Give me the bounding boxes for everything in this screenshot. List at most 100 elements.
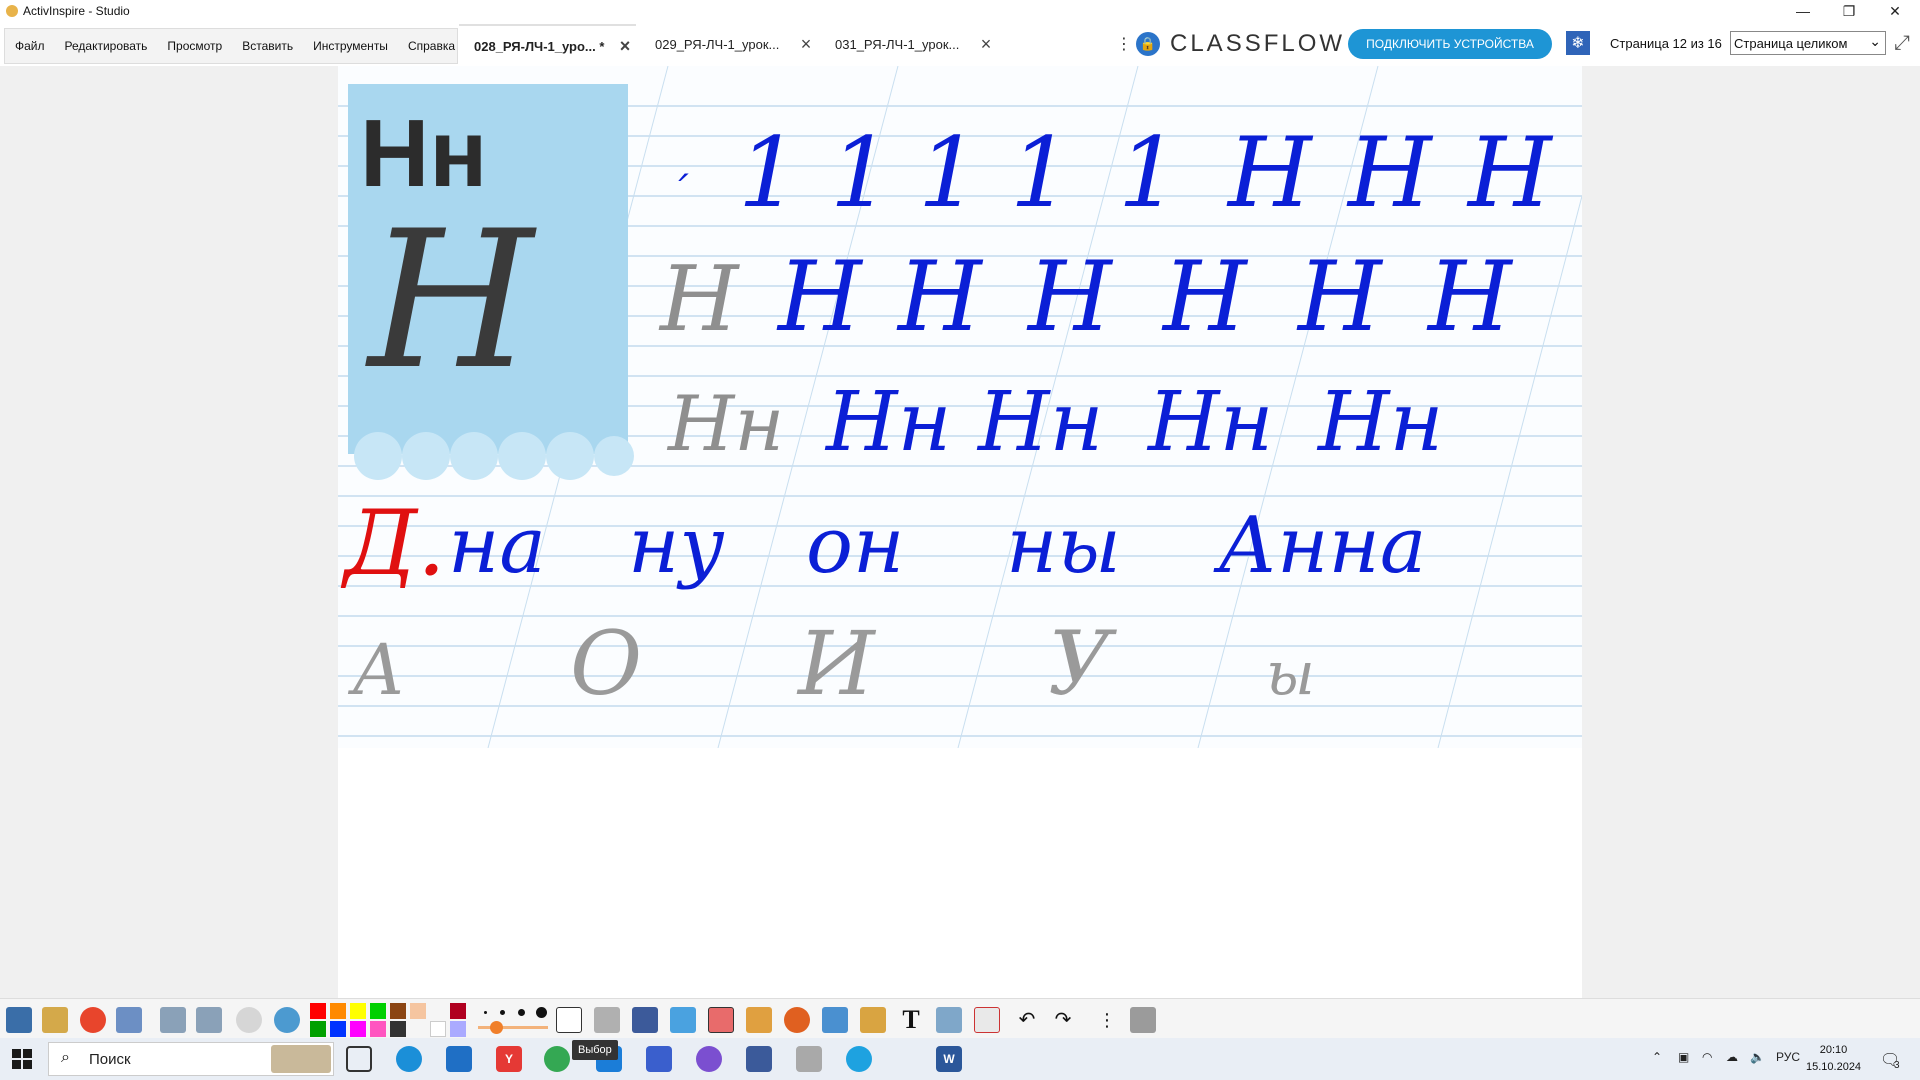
- row2-item: Н: [776, 241, 864, 353]
- color-swatch[interactable]: [450, 1021, 466, 1037]
- row2-item: Н: [1426, 241, 1514, 353]
- menu-view[interactable]: Просмотр: [157, 39, 232, 53]
- globe-icon[interactable]: [274, 1007, 300, 1033]
- color-swatch[interactable]: [370, 1003, 386, 1019]
- zoom-select[interactable]: Страница целиком ⌄: [1730, 31, 1886, 55]
- app-icon: [6, 5, 18, 17]
- language-indicator[interactable]: РУС: [1776, 1050, 1800, 1064]
- color-swatch[interactable]: [310, 1021, 326, 1037]
- main-menu-icon[interactable]: [6, 1007, 32, 1033]
- tray-chevron-icon[interactable]: ⌃: [1652, 1050, 1662, 1064]
- menu-edit[interactable]: Редактировать: [55, 39, 158, 53]
- menu-help[interactable]: Справка: [398, 39, 465, 53]
- lesson-image[interactable]: Нн Н ´ 1 1 1 1 1 Н Н Н Н Н Н Н Н Н Н Нн …: [338, 66, 1582, 748]
- pen-width-dot[interactable]: [536, 1007, 547, 1018]
- next-page-icon[interactable]: [196, 1007, 222, 1033]
- snowflake-icon[interactable]: ❄: [1566, 31, 1590, 55]
- menu-file[interactable]: Файл: [5, 39, 55, 53]
- pen-icon[interactable]: [632, 1007, 658, 1033]
- menu-insert[interactable]: Вставить: [232, 39, 303, 53]
- browsers-icon[interactable]: [42, 1007, 68, 1033]
- row3-item: Нн: [1316, 375, 1444, 470]
- color-swatch[interactable]: [330, 1003, 346, 1019]
- desktop-annotate-icon[interactable]: [116, 1007, 142, 1033]
- color-swatch[interactable]: [410, 1003, 426, 1019]
- row3-trace: Нн: [666, 379, 784, 468]
- row1-item: 1: [918, 117, 979, 229]
- close-icon[interactable]: ×: [975, 34, 997, 55]
- classflow-lock-icon[interactable]: 🔒: [1136, 32, 1160, 56]
- color-swatch[interactable]: [350, 1003, 366, 1019]
- yandex-browser-icon[interactable]: Y: [496, 1046, 522, 1072]
- shape-icon[interactable]: [784, 1007, 810, 1033]
- select-pointer-icon[interactable]: [556, 1007, 582, 1033]
- tools-icon[interactable]: [594, 1007, 620, 1033]
- undo-icon[interactable]: ↶: [1014, 1007, 1040, 1033]
- tool-icon[interactable]: [80, 1007, 106, 1033]
- edge-icon[interactable]: [396, 1046, 422, 1072]
- fill-icon[interactable]: [746, 1007, 772, 1033]
- menu-tools[interactable]: Инструменты: [303, 39, 398, 53]
- activinspire-icon[interactable]: [796, 1046, 822, 1072]
- customize-toolbar-icon[interactable]: [1130, 1007, 1156, 1033]
- tab-document-029[interactable]: 029_РЯ-ЛЧ-1_урок... ×: [640, 24, 817, 64]
- more-icon[interactable]: ⋮: [1116, 34, 1132, 54]
- text-icon[interactable]: T: [898, 1007, 924, 1033]
- wifi-icon[interactable]: ◠: [1702, 1050, 1712, 1064]
- play-icon[interactable]: [236, 1007, 262, 1033]
- volume-icon[interactable]: 🔈: [1750, 1050, 1765, 1064]
- taskbar-search[interactable]: ⌕ Поиск: [48, 1042, 334, 1076]
- word-icon[interactable]: W: [936, 1046, 962, 1072]
- close-icon[interactable]: ×: [614, 36, 636, 57]
- clock[interactable]: 20:10 15.10.2024: [1806, 1042, 1861, 1076]
- color-swatch[interactable]: [370, 1021, 386, 1037]
- windows-start-icon[interactable]: [12, 1049, 32, 1069]
- pen-width-dot[interactable]: [518, 1009, 525, 1016]
- connect-devices-button[interactable]: ПОДКЛЮЧИТЬ УСТРОЙСТВА: [1348, 29, 1552, 59]
- color-swatch[interactable]: [350, 1021, 366, 1037]
- app-icon[interactable]: [746, 1046, 772, 1072]
- minimize-icon[interactable]: —: [1780, 0, 1826, 22]
- pen-width-slider[interactable]: [478, 1026, 548, 1029]
- tab-document-031[interactable]: 031_РЯ-ЛЧ-1_урок... ×: [820, 24, 997, 64]
- store-icon[interactable]: [446, 1046, 472, 1072]
- previous-page-icon[interactable]: [160, 1007, 186, 1033]
- app-icon[interactable]: [646, 1046, 672, 1072]
- restore-icon[interactable]: ❐: [1826, 0, 1872, 22]
- connector-icon[interactable]: [822, 1007, 848, 1033]
- fullscreen-icon[interactable]: ⤢: [1894, 32, 1910, 55]
- color-swatch[interactable]: [450, 1003, 466, 1019]
- tab-label: 028_РЯ-ЛЧ-1_уро... *: [474, 38, 605, 54]
- bottom-letter: О: [570, 612, 642, 715]
- row1-item: 1: [1118, 117, 1179, 229]
- more-tools-icon[interactable]: ⋮: [1094, 1007, 1120, 1033]
- eraser-icon[interactable]: [708, 1007, 734, 1033]
- flipchart-page[interactable]: Нн Н ´ 1 1 1 1 1 Н Н Н Н Н Н Н Н Н Н Нн …: [338, 66, 1582, 998]
- close-icon[interactable]: ×: [795, 34, 817, 55]
- slider-handle[interactable]: [490, 1021, 503, 1034]
- tray-app-icon[interactable]: ▣: [1678, 1050, 1689, 1064]
- color-swatch[interactable]: [310, 1003, 326, 1019]
- task-view-icon[interactable]: [346, 1046, 372, 1072]
- chrome-icon[interactable]: [544, 1046, 570, 1072]
- pen-width-dot[interactable]: [500, 1010, 505, 1015]
- close-icon[interactable]: ✕: [1872, 0, 1918, 22]
- magic-ink-icon[interactable]: [936, 1007, 962, 1033]
- viber-icon[interactable]: [696, 1046, 722, 1072]
- app-icon[interactable]: [846, 1046, 872, 1072]
- color-swatch[interactable]: [330, 1021, 346, 1037]
- pen-width-dot[interactable]: [484, 1011, 487, 1014]
- color-swatch[interactable]: [430, 1021, 446, 1037]
- clip-icon[interactable]: [860, 1007, 886, 1033]
- color-swatch[interactable]: [390, 1003, 406, 1019]
- clock-time: 20:10: [1819, 1044, 1848, 1056]
- canvas-area: Нн Н ´ 1 1 1 1 1 Н Н Н Н Н Н Н Н Н Н Нн …: [0, 66, 1920, 998]
- tab-label: 029_РЯ-ЛЧ-1_урок...: [655, 36, 780, 52]
- tab-document-028[interactable]: 028_РЯ-ЛЧ-1_уро... * ×: [459, 24, 636, 66]
- cloud-icon[interactable]: ☁: [1726, 1050, 1738, 1064]
- redo-icon[interactable]: ↷: [1050, 1007, 1076, 1033]
- reset-page-icon[interactable]: [974, 1007, 1000, 1033]
- clock-date: 15.10.2024: [1806, 1061, 1862, 1073]
- color-swatch[interactable]: [390, 1021, 406, 1037]
- highlighter-icon[interactable]: [670, 1007, 696, 1033]
